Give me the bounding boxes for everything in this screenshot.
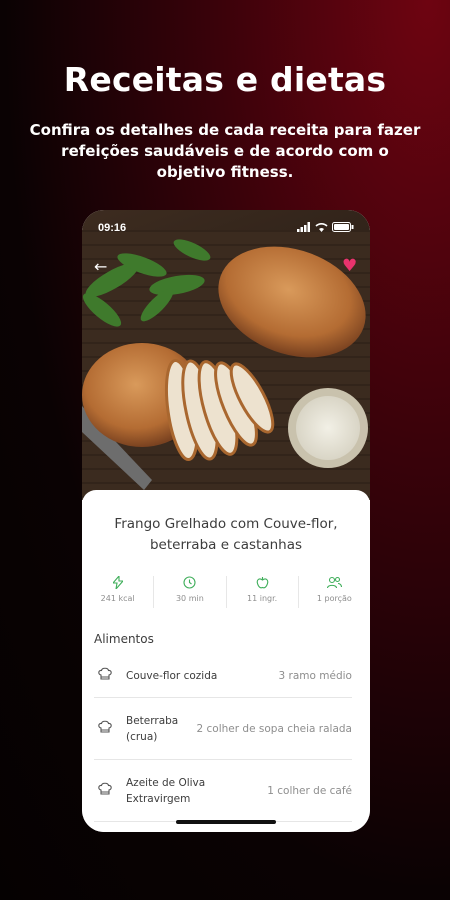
food-row[interactable]: Azeite de Oliva Extravirgem 1 colher de … xyxy=(94,760,352,822)
food-quantity: 2 colher de sopa cheia ralada xyxy=(196,722,352,735)
recipe-details-sheet: Frango Grelhado com Couve-flor, beterrab… xyxy=(82,490,370,832)
grilled-chicken-image xyxy=(82,230,370,500)
clock-icon xyxy=(183,576,196,590)
stat-time: 30 min xyxy=(154,576,227,608)
wifi-icon xyxy=(315,222,328,235)
stat-value: 11 ingr. xyxy=(247,594,278,603)
favorite-heart-icon[interactable]: ♥ xyxy=(342,256,362,276)
stat-calories: 241 kcal xyxy=(82,574,155,608)
food-quantity: 3 ramo médio xyxy=(278,669,352,682)
recipe-title: Frango Grelhado com Couve-flor, beterrab… xyxy=(114,516,338,553)
stat-value: 241 kcal xyxy=(100,594,135,603)
apple-icon xyxy=(256,576,269,590)
recipe-photo xyxy=(82,210,370,500)
status-time: 09:16 xyxy=(98,222,127,234)
chef-hat-icon xyxy=(94,720,126,737)
food-row[interactable]: Couve-flor cozida 3 ramo médio xyxy=(94,654,352,698)
food-row[interactable]: Beterraba (crua) 2 colher de sopa cheia … xyxy=(94,698,352,760)
stat-value: 1 porção xyxy=(316,594,352,603)
status-bar: 09:16 xyxy=(98,220,354,236)
stat-servings: 1 porção xyxy=(299,576,370,608)
food-name: Azeite de Oliva Extravirgem xyxy=(126,776,206,805)
hero-subtitle: Confira os detalhes de cada receita para… xyxy=(29,121,421,181)
food-name: Couve-flor cozida xyxy=(126,669,218,682)
section-title-foods: Alimentos xyxy=(94,632,154,646)
lightning-icon xyxy=(111,574,124,591)
signal-icon xyxy=(297,221,311,235)
chef-hat-icon xyxy=(94,667,126,684)
chef-hat-icon xyxy=(94,782,126,799)
food-name: Beterraba (crua) xyxy=(126,714,179,743)
food-quantity: 1 colher de café xyxy=(267,784,352,797)
back-arrow-icon[interactable]: ← xyxy=(94,258,112,276)
food-list: Couve-flor cozida 3 ramo médio Beterraba… xyxy=(94,654,352,822)
stat-value: 30 min xyxy=(175,594,204,603)
people-icon xyxy=(326,576,342,590)
phone-mockup: 09:16 ← ♥ Frango Grelhado com Couve-flor… xyxy=(82,210,370,832)
recipe-stats: 241 kcal 30 min 11 ingr. 1 porção xyxy=(82,574,370,608)
stat-ingredients: 11 ingr. xyxy=(227,576,299,608)
home-indicator[interactable] xyxy=(176,820,276,824)
battery-icon xyxy=(332,221,354,235)
hero-title: Receitas e dietas xyxy=(63,60,387,99)
